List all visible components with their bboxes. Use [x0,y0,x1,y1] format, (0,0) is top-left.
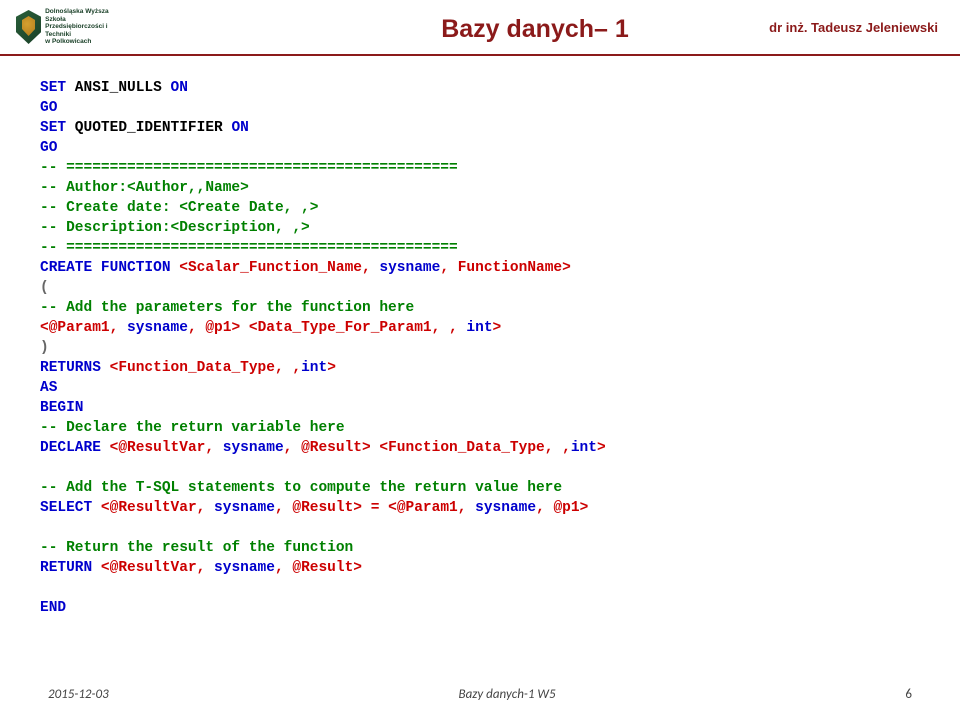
shield-icon [16,10,41,44]
code-block: SET ANSI_NULLS ON GO SET QUOTED_IDENTIFI… [0,56,960,618]
institution-logo: Dolnośląska Wyższa SzkołaPrzedsiębiorczo… [16,6,126,48]
footer-date: 2015-12-03 [48,687,109,702]
slide-footer: 2015-12-03 Bazy danych-1 W5 6 [0,687,960,702]
slide-header: Dolnośląska Wyższa SzkołaPrzedsiębiorczo… [0,0,960,48]
footer-center: Bazy danych-1 W5 [459,687,556,702]
slide-author: dr inż. Tadeusz Jeleniewski [769,20,938,35]
slide-title: Bazy danych– 1 [441,15,629,43]
institution-name: Dolnośląska Wyższa SzkołaPrzedsiębiorczo… [45,8,126,45]
sql-code: SET ANSI_NULLS ON GO SET QUOTED_IDENTIFI… [40,78,920,618]
footer-page: 6 [905,687,912,702]
